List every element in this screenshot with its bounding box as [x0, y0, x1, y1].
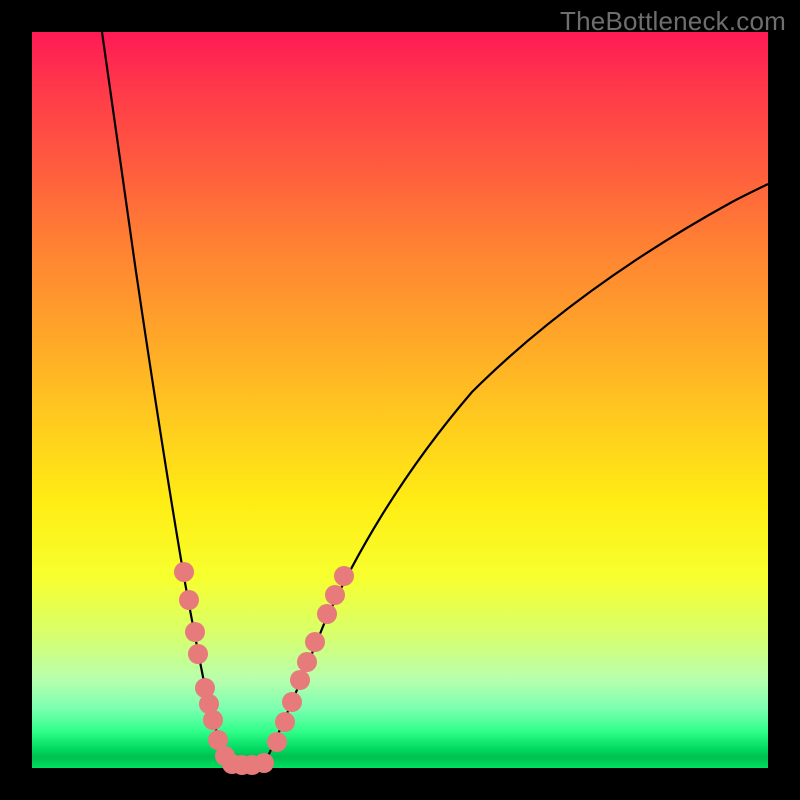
- marker-dot: [203, 710, 223, 730]
- marker-dot: [317, 604, 337, 624]
- chart-svg: [32, 32, 768, 768]
- marker-dot: [185, 622, 205, 642]
- curve-right: [262, 184, 768, 768]
- marker-dot: [325, 585, 345, 605]
- marker-dot: [290, 670, 310, 690]
- marker-dot: [282, 692, 302, 712]
- marker-dot: [334, 566, 354, 586]
- marker-dot: [254, 753, 274, 773]
- marker-dot: [267, 732, 287, 752]
- marker-dot: [174, 562, 194, 582]
- outer-frame: TheBottleneck.com: [0, 0, 800, 800]
- marker-dot: [297, 652, 317, 672]
- marker-dot: [275, 712, 295, 732]
- marker-dot: [179, 590, 199, 610]
- marker-dot: [188, 644, 208, 664]
- marker-dot: [305, 632, 325, 652]
- curve-left: [102, 32, 232, 768]
